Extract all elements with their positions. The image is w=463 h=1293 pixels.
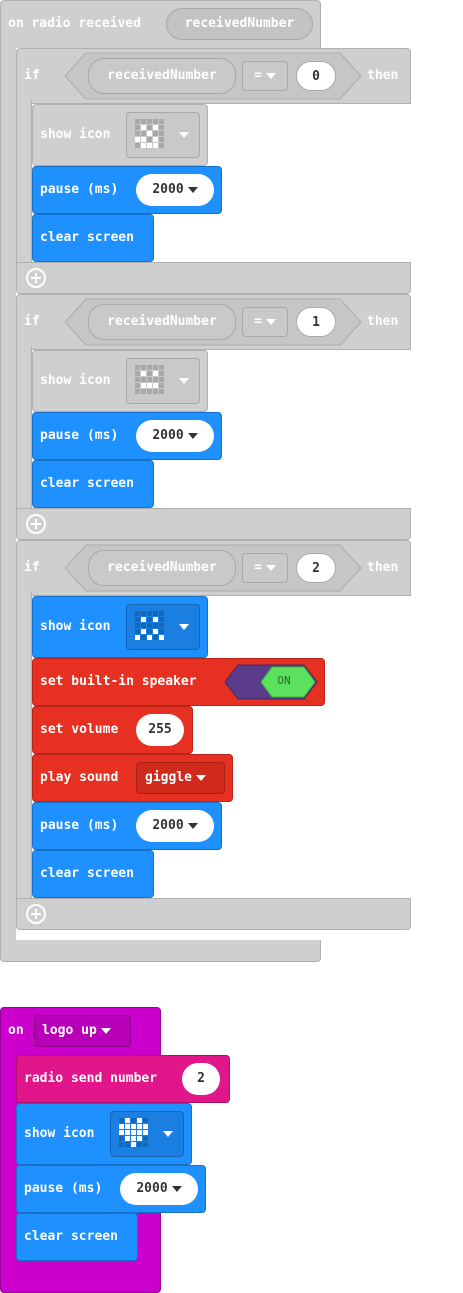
led-grid-icon	[135, 611, 164, 640]
show-icon-label: show icon	[40, 619, 111, 634]
if-block-2-footer	[16, 898, 411, 930]
if-label: if	[24, 560, 40, 575]
pause-label: pause (ms)	[40, 182, 119, 197]
show-icon-label: show icon	[24, 1126, 95, 1141]
pause-label: pause (ms)	[40, 428, 119, 443]
received-number-param[interactable]: receivedNumber	[166, 8, 313, 40]
pause-duration-value: 2000	[152, 182, 184, 197]
if-label: if	[24, 314, 40, 329]
on-label: on	[8, 1023, 24, 1038]
operator-value: =	[254, 314, 262, 329]
chevron-down-icon	[163, 1131, 173, 1137]
chevron-down-icon	[187, 186, 198, 193]
heart-icon	[119, 1118, 148, 1147]
speaker-toggle-value: ON	[277, 674, 291, 687]
pause-label: pause (ms)	[24, 1181, 103, 1196]
pause-duration-dropdown[interactable]: 2000	[136, 420, 214, 452]
chevron-down-icon	[265, 564, 276, 571]
clear-screen-label: clear screen	[40, 866, 134, 881]
compare-value-input[interactable]: 2	[296, 553, 336, 583]
play-sound-label: play sound	[40, 770, 119, 785]
logo-gesture-dropdown[interactable]: logo up	[34, 1015, 131, 1047]
pause-duration-dropdown[interactable]: 2000	[120, 1173, 198, 1205]
show-icon-label: show icon	[40, 127, 111, 142]
chevron-down-icon	[100, 1027, 111, 1034]
add-else-icon[interactable]	[26, 268, 46, 288]
if-block-1-footer	[16, 508, 411, 540]
chevron-down-icon	[187, 822, 198, 829]
operator-value: =	[254, 68, 262, 83]
operator-dropdown[interactable]: =	[242, 307, 288, 337]
then-label: then	[367, 560, 399, 575]
pause-label: pause (ms)	[40, 818, 119, 833]
led-grid-icon	[135, 365, 164, 394]
chevron-down-icon	[171, 1185, 182, 1192]
led-grid-icon	[135, 119, 164, 148]
chevron-down-icon	[179, 378, 189, 384]
clear-screen-label: clear screen	[40, 230, 134, 245]
chevron-down-icon	[195, 774, 206, 781]
icon-picker-dropdown[interactable]	[126, 358, 200, 404]
pause-duration-dropdown[interactable]: 2000	[136, 810, 214, 842]
icon-picker-dropdown[interactable]	[110, 1111, 184, 1157]
clear-screen-label: clear screen	[40, 476, 134, 491]
received-number-variable[interactable]: receivedNumber	[88, 550, 236, 586]
if-label: if	[24, 68, 40, 83]
if-block-2-rail	[16, 592, 32, 902]
radio-received-label: on radio received	[8, 16, 142, 31]
radio-send-value-input[interactable]: 2	[182, 1063, 220, 1095]
icon-picker-dropdown[interactable]	[126, 604, 200, 650]
chevron-down-icon	[179, 132, 189, 138]
chevron-down-icon	[187, 432, 198, 439]
compare-value-input[interactable]: 1	[296, 307, 336, 337]
chevron-down-icon	[179, 624, 189, 630]
if-block-0-footer	[16, 262, 411, 294]
compare-value-input[interactable]: 0	[296, 61, 336, 91]
received-number-variable[interactable]: receivedNumber	[88, 58, 236, 94]
set-volume-label: set volume	[40, 722, 119, 737]
chevron-down-icon	[265, 318, 276, 325]
volume-input[interactable]: 255	[136, 714, 184, 746]
add-else-icon[interactable]	[26, 904, 46, 924]
if-block-0-rail	[16, 100, 32, 266]
then-label: then	[367, 314, 399, 329]
pause-duration-value: 2000	[152, 818, 184, 833]
icon-picker-dropdown[interactable]	[126, 112, 200, 158]
received-number-variable[interactable]: receivedNumber	[88, 304, 236, 340]
radio-send-label: radio send number	[24, 1071, 158, 1086]
sound-value: giggle	[145, 770, 192, 785]
sound-dropdown[interactable]: giggle	[136, 762, 225, 794]
logo-gesture-value: logo up	[42, 1023, 97, 1038]
operator-dropdown[interactable]: =	[242, 553, 288, 583]
operator-dropdown[interactable]: =	[242, 61, 288, 91]
add-else-icon[interactable]	[26, 514, 46, 534]
clear-screen-label: clear screen	[24, 1229, 118, 1244]
pause-duration-value: 2000	[152, 428, 184, 443]
operator-value: =	[254, 560, 262, 575]
if-block-1-rail	[16, 346, 32, 512]
show-icon-label: show icon	[40, 373, 111, 388]
chevron-down-icon	[265, 72, 276, 79]
pause-duration-value: 2000	[136, 1181, 168, 1196]
set-speaker-label: set built-in speaker	[40, 674, 197, 689]
pause-duration-dropdown[interactable]: 2000	[136, 174, 214, 206]
then-label: then	[367, 68, 399, 83]
